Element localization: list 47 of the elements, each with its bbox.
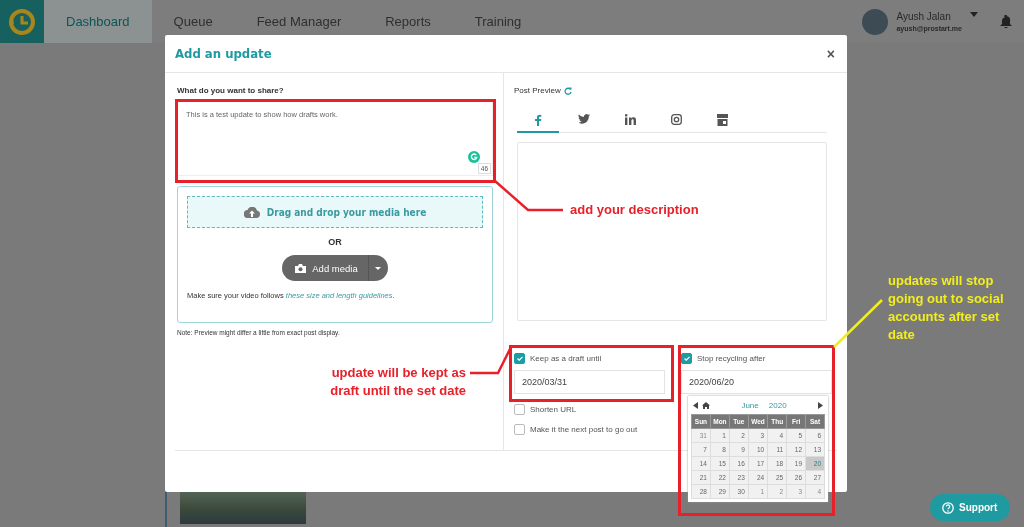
bell-icon[interactable]: [1000, 15, 1012, 28]
annotation-text: add your description: [570, 201, 700, 219]
checkbox[interactable]: [514, 352, 525, 364]
home-icon[interactable]: [702, 402, 710, 409]
linkedin-icon: [624, 114, 636, 125]
checkbox[interactable]: [681, 352, 692, 364]
calendar-year[interactable]: 2020: [768, 401, 787, 410]
checkbox-label: Stop recycling after: [697, 353, 766, 363]
user-name: Ayush Jalan: [896, 11, 952, 22]
date-field[interactable]: 2020/06/20: [681, 370, 832, 394]
checkmark-icon: [516, 355, 523, 361]
support-button[interactable]: Support: [930, 494, 1011, 521]
twitter-icon: [578, 114, 590, 124]
facebook-icon: [534, 114, 542, 126]
checkbox-label: Shorten URL: [530, 404, 577, 414]
checkbox-label: Keep as a draft until: [530, 353, 602, 363]
checkbox[interactable]: [514, 423, 525, 435]
checkbox[interactable]: [514, 403, 525, 415]
dropzone-text: Drag and drop your media here: [266, 206, 427, 218]
dialog-title: Add an update: [175, 46, 272, 61]
upload-cloud-icon: [243, 206, 260, 218]
clock-logo-icon[interactable]: [7, 6, 37, 37]
refresh-icon[interactable]: [563, 86, 572, 95]
store-icon: [716, 114, 728, 126]
add-media-button[interactable]: Add media: [282, 255, 368, 281]
checkbox-label: Make it the next post to go out: [530, 424, 638, 434]
field-label: What do you want to share?: [177, 86, 285, 95]
or-divider: OR: [328, 237, 342, 247]
caret-icon: [375, 266, 382, 270]
previous-month-icon[interactable]: [693, 402, 698, 409]
calendar-month[interactable]: June: [741, 401, 759, 410]
checkmark-icon: [683, 355, 690, 361]
media-dropdown-button[interactable]: [367, 255, 388, 281]
help-icon: [942, 501, 954, 514]
media-dropzone[interactable]: Drag and drop your media here: [187, 196, 483, 228]
grammar-check-icon[interactable]: [468, 151, 480, 163]
camera-icon: [295, 263, 307, 273]
date-field[interactable]: 2020/03/31: [514, 370, 665, 394]
next-month-icon[interactable]: [818, 402, 823, 409]
caret-icon[interactable]: [970, 12, 978, 17]
annotation-text: update will be kept as draft until the set date: [329, 364, 466, 400]
annotation-text: updates will stop going out to social accounts after set date: [888, 272, 1005, 344]
preview-title: Post Preview: [514, 86, 561, 95]
close-button[interactable]: ×: [824, 45, 837, 62]
instagram-icon: [670, 114, 682, 125]
avatar-icon[interactable]: [862, 8, 889, 35]
network-tab[interactable]: [517, 113, 559, 133]
